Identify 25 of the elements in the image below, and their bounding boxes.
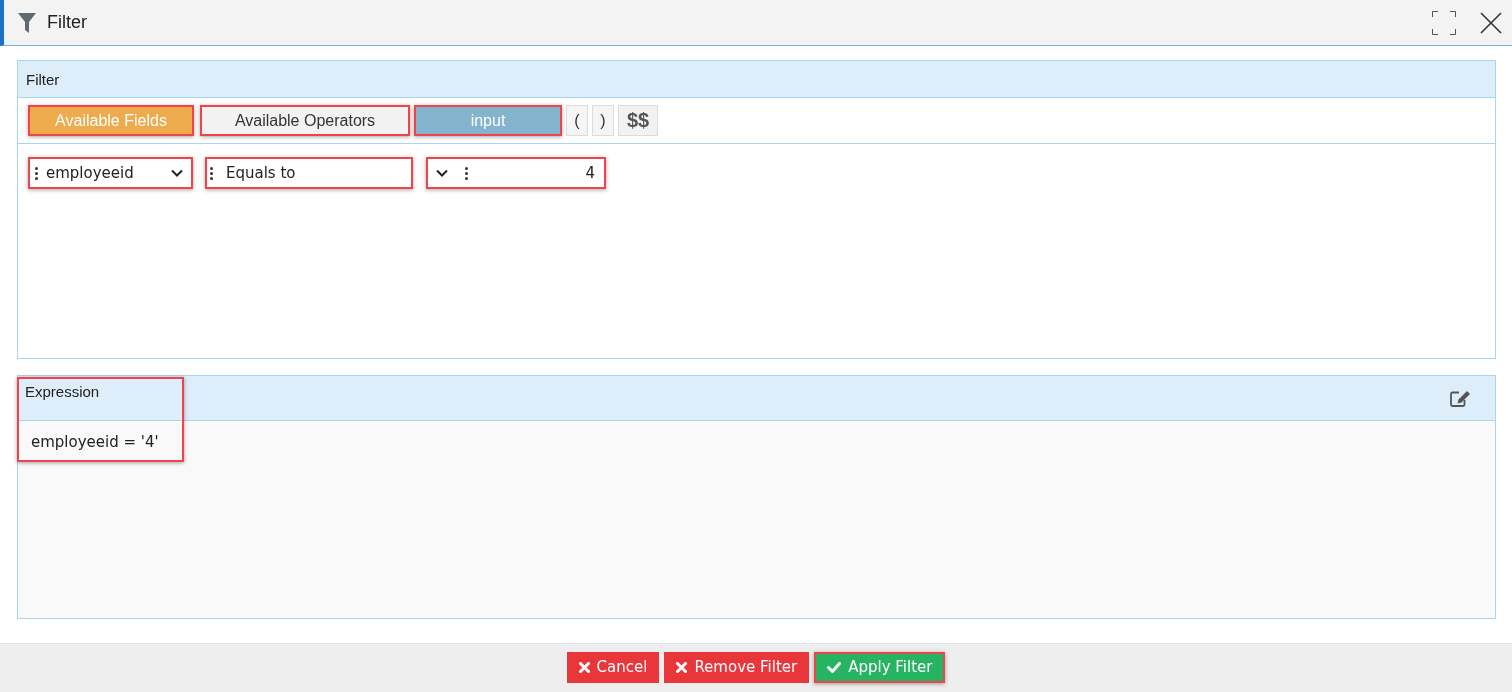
expression-text: employeeid = '4' bbox=[31, 433, 159, 451]
chevron-down-icon bbox=[436, 169, 448, 177]
drag-handle-icon bbox=[465, 166, 468, 180]
panel-heading: Expression bbox=[25, 383, 100, 400]
field-dropdown[interactable]: employeeid bbox=[28, 157, 193, 189]
x-icon bbox=[676, 661, 688, 673]
chevron-down-icon bbox=[171, 169, 183, 177]
variable-button[interactable]: $$ bbox=[618, 105, 658, 136]
paren-button[interactable]: ) bbox=[592, 105, 614, 136]
operators-button[interactable]: Available Operators bbox=[200, 105, 410, 136]
close-icon[interactable] bbox=[1480, 11, 1502, 34]
drag-handle-icon bbox=[210, 166, 213, 180]
panel-heading: Filter bbox=[26, 70, 60, 88]
cancel-button[interactable]: Cancel bbox=[566, 651, 660, 683]
x-icon bbox=[578, 661, 590, 673]
value-field[interactable]: 4 bbox=[426, 157, 606, 189]
maximize-icon[interactable] bbox=[1432, 10, 1456, 35]
window-title: Filter bbox=[47, 12, 87, 33]
funnel-icon bbox=[18, 12, 36, 33]
paren-button[interactable]: ( bbox=[566, 105, 588, 136]
drag-handle-icon bbox=[35, 166, 38, 180]
remove-filter-button[interactable]: Remove Filter bbox=[664, 651, 810, 683]
check-icon bbox=[827, 661, 842, 673]
edit-icon[interactable] bbox=[1450, 390, 1471, 407]
operator-field[interactable]: Equals to bbox=[205, 157, 413, 189]
